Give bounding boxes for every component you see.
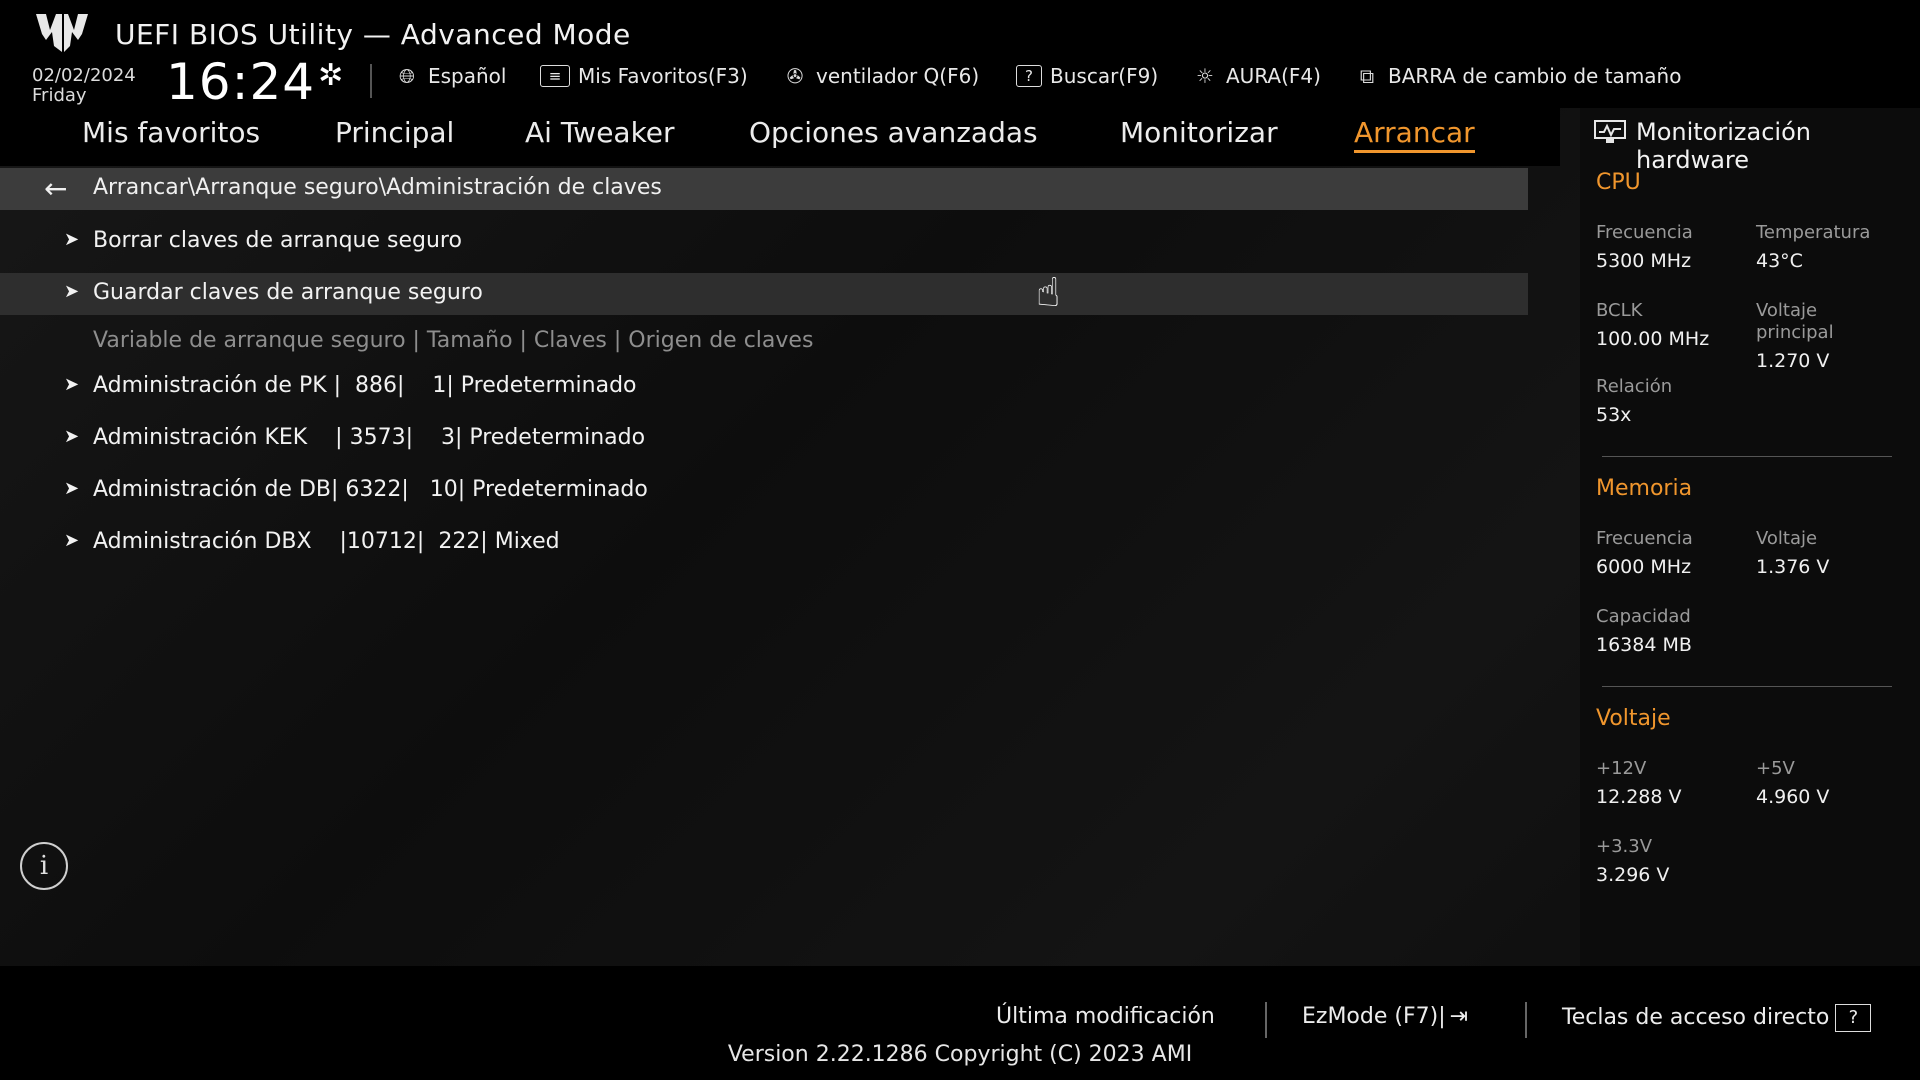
monitor-icon	[1594, 120, 1626, 143]
vcore-value: 1.270 V	[1756, 350, 1830, 372]
key-row-pk[interactable]: ➤ Administración de PK | 886| 1| Predete…	[0, 366, 1528, 408]
day-text: Friday	[32, 85, 87, 106]
breadcrumb-bar: ← Arrancar\Arranque seguro\Administració…	[0, 168, 1528, 210]
key-row-label: Administración de DB| 6322| 10| Predeter…	[93, 477, 648, 502]
v33-label: +3.3V	[1596, 836, 1653, 857]
app-title: UEFI BIOS Utility — Advanced Mode	[115, 18, 631, 51]
hardware-monitor-title: Monitorización hardware	[1636, 118, 1811, 174]
breadcrumb: Arrancar\Arranque seguro\Administración …	[93, 175, 662, 200]
resize-bar-button[interactable]: ⧉ BARRA de cambio de tamaño	[1352, 64, 1682, 88]
mem-volt-value: 1.376 V	[1756, 556, 1830, 578]
divider	[370, 64, 372, 98]
key-table-header: Variable de arranque seguro | Tamaño | C…	[93, 328, 814, 353]
top-bar: UEFI BIOS Utility — Advanced Mode 02/02/…	[0, 0, 1920, 111]
tab-monitor[interactable]: Monitorizar	[1120, 116, 1278, 149]
tab-advanced[interactable]: Opciones avanzadas	[749, 116, 1038, 149]
hardware-monitor-panel: Monitorización hardware CPU Frecuencia 5…	[1580, 108, 1920, 966]
cpu-temp-label: Temperatura	[1756, 222, 1871, 243]
exit-arrow-icon: ⇥	[1449, 1004, 1469, 1029]
key-row-db[interactable]: ➤ Administración de DB| 6322| 10| Predet…	[0, 470, 1528, 512]
footer-divider	[1265, 1002, 1267, 1038]
ezmode-label: EzMode (F7)|	[1302, 1004, 1446, 1029]
clock: 16:24	[166, 53, 316, 111]
gear-icon[interactable]: ✲	[318, 58, 343, 93]
section-divider	[1602, 456, 1892, 457]
chevron-right-icon: ➤	[64, 229, 80, 250]
fan-icon: ✇	[786, 64, 804, 88]
language-label: Español	[428, 64, 507, 88]
hand-cursor-icon: ☝︎	[1036, 270, 1061, 316]
ratio-value: 53x	[1596, 404, 1632, 426]
footer: Última modificación EzMode (F7)| ⇥ Teclas…	[0, 966, 1920, 1080]
key-row-kek[interactable]: ➤ Administración KEK | 3573| 3| Predeter…	[0, 418, 1528, 460]
menu-item-save-keys[interactable]: ➤ Guardar claves de arranque seguro	[0, 273, 1528, 315]
ratio-label: Relación	[1596, 376, 1673, 397]
v5-value: 4.960 V	[1756, 786, 1830, 808]
language-button[interactable]: 🌐︎ Español	[392, 64, 506, 88]
last-modified-button[interactable]: Última modificación	[996, 1004, 1215, 1029]
voltage-section-title: Voltaje	[1596, 706, 1671, 731]
hotkeys-label: Teclas de acceso directo	[1562, 1005, 1830, 1030]
key-row-label: Administración KEK | 3573| 3| Predetermi…	[93, 425, 646, 450]
chevron-right-icon: ➤	[64, 478, 80, 499]
qfan-button[interactable]: ✇ ventilador Q(F6)	[780, 64, 980, 88]
favorites-label: Mis Favoritos(F3)	[578, 64, 748, 88]
mem-freq-value: 6000 MHz	[1596, 556, 1692, 578]
hotkeys-button[interactable]: Teclas de acceso directo?	[1562, 1004, 1872, 1032]
help-icon: ?	[1835, 1004, 1872, 1032]
v5-label: +5V	[1756, 758, 1795, 779]
menu-item-label: Borrar claves de arranque seguro	[93, 228, 462, 253]
key-row-label: Administración de PK | 886| 1| Predeterm…	[93, 373, 637, 398]
chevron-right-icon: ➤	[64, 281, 80, 302]
menu-item-label: Guardar claves de arranque seguro	[93, 280, 483, 305]
footer-divider	[1525, 1002, 1527, 1038]
chevron-right-icon: ➤	[64, 374, 80, 395]
help-search-icon: ?	[1016, 65, 1042, 87]
tab-favorites[interactable]: Mis favoritos	[82, 116, 260, 149]
vcore-label: Voltaje principal	[1756, 300, 1834, 343]
date-display: 02/02/2024 Friday	[32, 66, 136, 106]
qfan-label: ventilador Q(F6)	[816, 64, 980, 88]
key-row-label: Administración DBX |10712| 222| Mixed	[93, 529, 560, 554]
mem-capacity-value: 16384 MB	[1596, 634, 1692, 656]
aura-light-icon: ☼	[1196, 64, 1214, 88]
aura-label: AURA(F4)	[1226, 64, 1321, 88]
cpu-freq-label: Frecuencia	[1596, 222, 1693, 243]
info-icon[interactable]: i	[20, 842, 68, 890]
cpu-section-title: CPU	[1596, 170, 1641, 195]
v12-label: +12V	[1596, 758, 1647, 779]
main-nav: Mis favoritos Principal Ai Tweaker Opcio…	[0, 108, 1560, 166]
favorites-icon: ≡	[540, 65, 570, 87]
search-label: Buscar(F9)	[1050, 64, 1159, 88]
tab-main[interactable]: Principal	[335, 116, 454, 149]
mem-capacity-label: Capacidad	[1596, 606, 1691, 627]
tab-boot[interactable]: Arrancar	[1354, 116, 1475, 153]
v33-value: 3.296 V	[1596, 864, 1670, 886]
menu-item-clear-keys[interactable]: ➤ Borrar claves de arranque seguro	[0, 221, 1528, 263]
chevron-right-icon: ➤	[64, 530, 80, 551]
section-divider	[1602, 686, 1892, 687]
date-text: 02/02/2024	[32, 65, 136, 86]
search-button[interactable]: ? Buscar(F9)	[1016, 64, 1158, 88]
key-row-dbx[interactable]: ➤ Administración DBX |10712| 222| Mixed	[0, 522, 1528, 564]
resize-bar-icon: ⧉	[1359, 64, 1375, 88]
cpu-freq-value: 5300 MHz	[1596, 250, 1692, 272]
favorites-button[interactable]: ≡ Mis Favoritos(F3)	[540, 64, 748, 88]
mem-freq-label: Frecuencia	[1596, 528, 1693, 549]
bclk-value: 100.00 MHz	[1596, 328, 1710, 350]
v12-value: 12.288 V	[1596, 786, 1682, 808]
chevron-right-icon: ➤	[64, 426, 80, 447]
mem-volt-label: Voltaje	[1756, 528, 1818, 549]
tuf-logo-icon	[36, 14, 88, 52]
bclk-label: BCLK	[1596, 300, 1643, 321]
cpu-temp-value: 43°C	[1756, 250, 1803, 272]
tab-ai-tweaker[interactable]: Ai Tweaker	[525, 116, 675, 149]
ezmode-button[interactable]: EzMode (F7)| ⇥	[1302, 1004, 1468, 1029]
memory-section-title: Memoria	[1596, 476, 1693, 501]
resize-bar-label: BARRA de cambio de tamaño	[1388, 64, 1682, 88]
aura-button[interactable]: ☼ AURA(F4)	[1190, 64, 1321, 88]
back-arrow-icon[interactable]: ←	[44, 172, 67, 205]
version-text: Version 2.22.1286 Copyright (C) 2023 AMI	[727, 1042, 1193, 1067]
globe-icon: 🌐︎	[399, 64, 415, 88]
